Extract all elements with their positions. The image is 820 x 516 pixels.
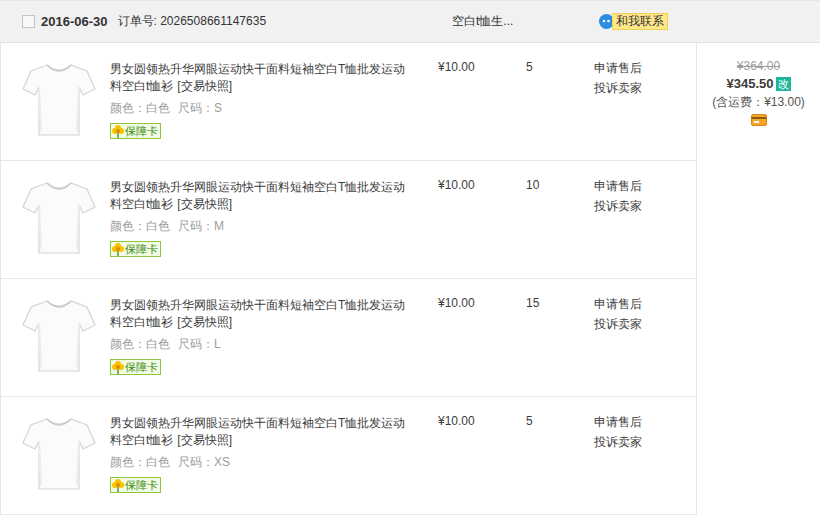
action-link[interactable]: 申请售后 bbox=[594, 60, 696, 76]
tshirt-image[interactable] bbox=[21, 295, 97, 375]
shop-name[interactable]: 空白t恤生... bbox=[452, 13, 598, 30]
order-date: 2016-06-30 bbox=[41, 14, 108, 29]
item-list: 男女圆领热升华网眼运动快干面料短袖空白T恤批发运动料空白t恤衫[交易快照]颜色：… bbox=[0, 43, 697, 515]
shipping-fee: (含运费：¥13.00) bbox=[712, 94, 805, 111]
item-price: ¥10.00 bbox=[428, 161, 526, 278]
snapshot-link[interactable]: [交易快照] bbox=[177, 315, 232, 329]
item-specs: 颜色：白色尺码：L bbox=[110, 336, 416, 353]
action-link[interactable]: 申请售后 bbox=[594, 178, 696, 194]
action-link[interactable]: 投诉卖家 bbox=[594, 80, 696, 96]
item-title[interactable]: 男女圆领热升华网眼运动快干面料短袖空白T恤批发运动料空白t恤衫 bbox=[110, 62, 405, 93]
tshirt-image[interactable] bbox=[21, 177, 97, 257]
edit-badge[interactable]: 改 bbox=[776, 77, 791, 91]
item-specs: 颜色：白色尺码：M bbox=[110, 218, 416, 235]
item-quantity: 5 bbox=[526, 397, 594, 514]
order-card: 2016-06-30 订单号: 2026508661147635 空白t恤生...和… bbox=[0, 0, 820, 516]
action-link[interactable]: 投诉卖家 bbox=[594, 198, 696, 214]
item-price: ¥10.00 bbox=[428, 43, 526, 160]
action-link[interactable]: 申请售后 bbox=[594, 414, 696, 430]
flower-icon bbox=[111, 360, 125, 374]
flower-icon bbox=[111, 242, 125, 256]
snapshot-link[interactable]: [交易快照] bbox=[177, 433, 232, 447]
item-row: 男女圆领热升华网眼运动快干面料短袖空白T恤批发运动料空白t恤衫[交易快照] 颜色：… bbox=[1, 43, 696, 161]
item-row: 男女圆领热升华网眼运动快干面料短袖空白T恤批发运动料空白t恤衫[交易快照] 颜色：… bbox=[1, 397, 696, 515]
action-link[interactable]: 投诉卖家 bbox=[594, 316, 696, 332]
order-summary: ¥364.00 ¥345.50改 (含运费：¥13.00) bbox=[697, 43, 820, 515]
item-title[interactable]: 男女圆领热升华网眼运动快干面料短袖空白T恤批发运动料空白t恤衫 bbox=[110, 416, 405, 447]
action-link[interactable]: 投诉卖家 bbox=[594, 434, 696, 450]
item-title[interactable]: 男女圆领热升华网眼运动快干面料短袖空白T恤批发运动料空白t恤衫 bbox=[110, 298, 405, 329]
guarantee-badge[interactable]: 保障卡 bbox=[110, 359, 161, 375]
tshirt-image[interactable] bbox=[21, 413, 97, 493]
item-row: 男女圆领热升华网眼运动快干面料短袖空白T恤批发运动料空白t恤衫[交易快照] 颜色：… bbox=[1, 279, 696, 397]
item-price: ¥10.00 bbox=[428, 397, 526, 514]
item-specs: 颜色：白色尺码：XS bbox=[110, 454, 416, 471]
guarantee-badge[interactable]: 保障卡 bbox=[110, 241, 161, 257]
order-header: 2016-06-30 订单号: 2026508661147635 空白t恤生...和… bbox=[0, 1, 820, 43]
snapshot-link[interactable]: [交易快照] bbox=[177, 79, 232, 93]
order-number: 订单号: 2026508661147635 bbox=[118, 13, 267, 30]
order-checkbox[interactable] bbox=[22, 15, 35, 28]
contact-button[interactable]: 和我联系 bbox=[598, 13, 668, 30]
item-price: ¥10.00 bbox=[428, 279, 526, 396]
total-price: ¥345.50 bbox=[727, 76, 774, 91]
item-specs: 颜色：白色尺码：S bbox=[110, 100, 416, 117]
item-quantity: 15 bbox=[526, 279, 594, 396]
guarantee-badge[interactable]: 保障卡 bbox=[110, 477, 161, 493]
item-title[interactable]: 男女圆领热升华网眼运动快干面料短袖空白T恤批发运动料空白t恤衫 bbox=[110, 180, 405, 211]
tshirt-image[interactable] bbox=[21, 59, 97, 139]
guarantee-badge[interactable]: 保障卡 bbox=[110, 123, 161, 139]
item-row: 男女圆领热升华网眼运动快干面料短袖空白T恤批发运动料空白t恤衫[交易快照] 颜色：… bbox=[1, 161, 696, 279]
snapshot-link[interactable]: [交易快照] bbox=[177, 197, 232, 211]
item-quantity: 10 bbox=[526, 161, 594, 278]
item-quantity: 5 bbox=[526, 43, 594, 160]
action-link[interactable]: 申请售后 bbox=[594, 296, 696, 312]
original-price: ¥364.00 bbox=[737, 59, 780, 73]
flower-icon bbox=[111, 124, 125, 138]
card-icon[interactable] bbox=[751, 114, 767, 126]
flower-icon bbox=[111, 478, 125, 492]
